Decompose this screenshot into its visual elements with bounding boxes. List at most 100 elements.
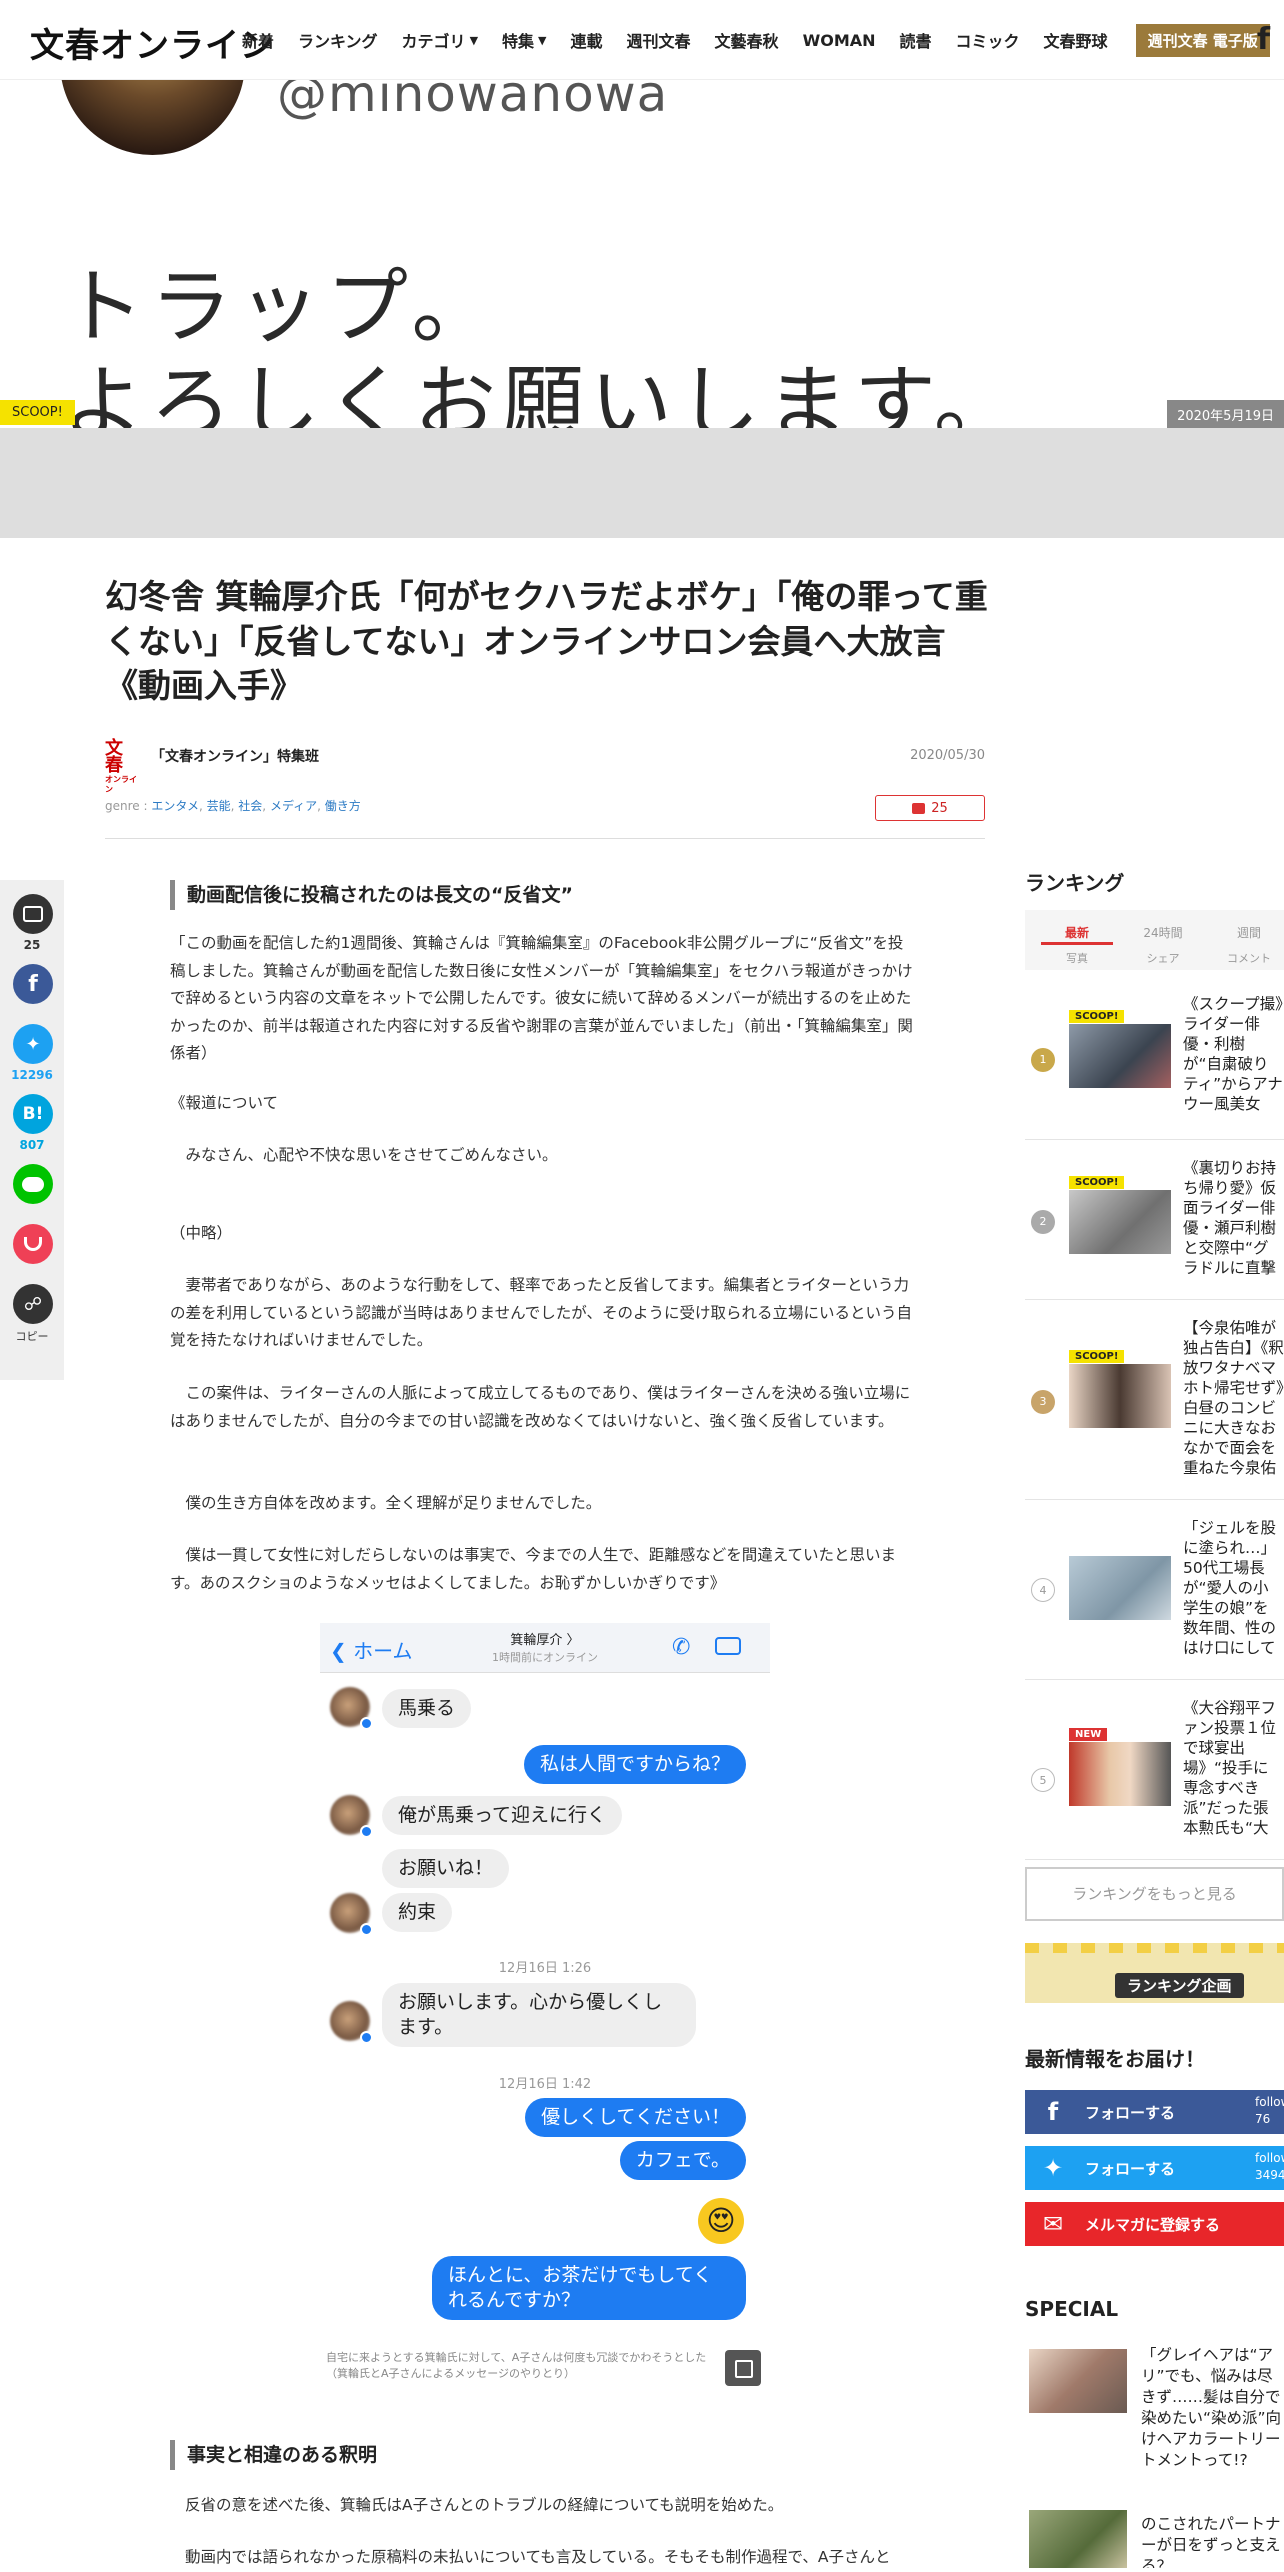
copy-label: コピー: [15, 1330, 49, 1343]
author-name[interactable]: 「文春オンライン」特集班: [151, 746, 319, 766]
nav-woman[interactable]: WOMAN: [803, 31, 876, 50]
special-item[interactable]: のこされたパートナーが日をずっと支える？: [1025, 2510, 1284, 2570]
ranking-thumbnail: [1069, 1742, 1171, 1806]
hatena-share-button[interactable]: B!: [13, 1094, 53, 1134]
ranking-title: 《大谷翔平ファン投票１位で球宴出場》“投手に専念すべき派”だった張本勲氏も“大あ…: [1183, 1699, 1277, 1837]
ranking-title: 《スクープ撮》ライダー俳優・利樹が“自粛破りティ”からアナウー風美女を“お持ち帰…: [1183, 995, 1283, 1113]
site-header: 文春オンライン 新着 ランキング カテゴリ ▼ 特集 ▼ 連載 週刊文春 文藝春秋 …: [0, 0, 1284, 80]
tab-photo[interactable]: 写真: [1034, 950, 1120, 966]
nav-shukan-bunshun[interactable]: 週刊文春: [627, 28, 691, 52]
message-out: ほんとに、お茶だけでもしてくれるんですか？: [432, 2256, 746, 2320]
facebook-icon[interactable]: f: [1257, 22, 1270, 57]
tab-comment[interactable]: コメント: [1206, 950, 1284, 966]
ranking-item[interactable]: 2 SCOOP! 《裏切りお持ち帰り愛》仮面ライダー俳優・瀬戸利樹と交際中“グラ…: [1025, 1140, 1284, 1300]
nav-comic[interactable]: コミック: [956, 28, 1020, 52]
line-share-button[interactable]: [13, 1164, 53, 1204]
comment-icon: [23, 906, 43, 922]
nav-baseball[interactable]: 文春野球: [1044, 28, 1108, 52]
nav-category[interactable]: カテゴリ ▼: [402, 28, 478, 52]
rank-number: 2: [1031, 1210, 1055, 1234]
messenger-badge-icon: [360, 1923, 373, 1936]
special-title: 「グレイヘアは“アリ”でも、悩みは尽きず……髪は自分で染めたい“染め派”向けヘア…: [1141, 2346, 1282, 2469]
hero-line-2: よろしくお願いします。: [62, 357, 1022, 428]
ranking-thumbnail: [1069, 1364, 1171, 1428]
twitter-share-button[interactable]: ✦: [13, 1024, 53, 1064]
twitter-follow-button[interactable]: ✦ フォローする follow3494: [1025, 2146, 1284, 2190]
paragraph: 僕は一貫して女性に対しだらしないのは事実で、今までの人生で、距離感などを間違えて…: [170, 1546, 897, 1592]
ebook-button[interactable]: 週刊文春 電子版: [1135, 23, 1270, 57]
nav-series[interactable]: 連載: [571, 28, 603, 52]
line-icon: [22, 1176, 44, 1192]
facebook-icon: f: [1047, 2098, 1059, 2126]
message-in: 俺が馬乗って迎えに行く: [382, 1796, 623, 1835]
rank-number: 5: [1031, 1768, 1055, 1792]
banner-label: ランキング企画: [1115, 1973, 1244, 1998]
messenger-badge-icon: [360, 1825, 373, 1838]
special-heading: SPECIAL: [1025, 2297, 1119, 2321]
chevron-down-icon: ▼: [538, 33, 547, 47]
rank-number: 1: [1031, 1048, 1055, 1072]
pocket-share-button[interactable]: [13, 1224, 53, 1264]
nav-feature[interactable]: 特集 ▼: [502, 28, 546, 52]
expand-image-icon[interactable]: [725, 2350, 761, 2386]
tab-latest[interactable]: 最新: [1034, 924, 1120, 941]
newsletter-button[interactable]: ✉ メルマガに登録する: [1025, 2202, 1284, 2246]
tab-weekly[interactable]: 週間: [1206, 924, 1284, 941]
genre-tag[interactable]: 社会: [238, 799, 262, 813]
twitter-follow-count: follow3494: [1255, 2151, 1284, 2182]
ranking-item[interactable]: 4 「ジェルを股に塗られ…」50代工場長が“愛人の小学生の娘”を数年間、性のはけ…: [1025, 1500, 1284, 1680]
facebook-icon: f: [28, 971, 38, 997]
publish-date: 2020/05/30: [910, 748, 985, 763]
comment-icon: [912, 802, 926, 814]
twitter-icon: ✦: [25, 1033, 41, 1055]
message-in: 馬乗る: [382, 1689, 472, 1728]
tab-share[interactable]: シェア: [1120, 950, 1206, 966]
special-thumbnail: [1029, 2349, 1127, 2413]
hatena-icon: B!: [22, 1104, 44, 1124]
genre-tag[interactable]: エンタメ: [151, 799, 199, 813]
twitter-count: 12296: [11, 1068, 53, 1082]
genre-tag[interactable]: 芸能: [207, 799, 231, 813]
genre-tag[interactable]: 働き方: [325, 799, 361, 813]
nav-new[interactable]: 新着: [242, 28, 274, 52]
mail-icon: ✉: [1042, 2210, 1064, 2238]
genre-tag[interactable]: メディア: [270, 799, 317, 813]
message-out: カフェで。: [619, 2141, 746, 2180]
message-in: お願いね！: [382, 1849, 510, 1888]
comment-share-button[interactable]: [13, 894, 53, 934]
comment-button[interactable]: 25: [875, 795, 985, 821]
nav-bungei-shunju[interactable]: 文藝春秋: [715, 28, 779, 52]
nav-books[interactable]: 読書: [900, 28, 932, 52]
paragraph: 反省の意を述べた後、箕輪氏はA子さんとのトラブルの経緯についても説明を始めた。: [185, 2496, 784, 2514]
paragraph: （中略）: [170, 1224, 233, 1242]
site-logo[interactable]: 文春オンライン: [30, 18, 275, 67]
ranking-banner[interactable]: ランキング企画: [1025, 1943, 1284, 2003]
ranking-heading: ランキング: [1025, 871, 1125, 895]
pocket-icon: [24, 1237, 42, 1251]
paragraph: 僕の生き方自体を改めます。全く理解が足りませんでした。: [170, 1494, 602, 1512]
tab-24h[interactable]: 24時間: [1120, 924, 1206, 941]
chat-header: ❮ ホーム 箕輪厚介 〉 1時間前にオンライン ✆: [320, 1623, 770, 1673]
nav-ranking[interactable]: ランキング: [298, 28, 378, 52]
message-out: 私は人間ですからね？: [523, 1745, 746, 1784]
chat-screenshot[interactable]: ❮ ホーム 箕輪厚介 〉 1時間前にオンライン ✆ 馬乗る 私は人間ですからね？…: [320, 1623, 770, 2323]
special-item[interactable]: 「グレイヘアは“アリ”でも、悩みは尽きず……髪は自分で染めたい“染め派”向けヘア…: [1025, 2345, 1284, 2469]
chat-timestamp: 12月16日 1:26: [498, 1961, 592, 1976]
emoji-heart-eyes: 😍: [698, 2198, 744, 2244]
facebook-follow-button[interactable]: f フォローする follow76: [1025, 2090, 1284, 2134]
ranking-item[interactable]: 1 SCOOP! 《スクープ撮》ライダー俳優・利樹が“自粛破りティ”からアナウー…: [1025, 980, 1284, 1140]
author-row: 文春 オンライン 「文春オンライン」特集班 2020/05/30: [105, 740, 985, 795]
copy-link-button[interactable]: ☍: [13, 1284, 53, 1324]
main-nav: 新着 ランキング カテゴリ ▼ 特集 ▼ 連載 週刊文春 文藝春秋 WOMAN 読書…: [242, 0, 1270, 80]
paragraph: 「この動画を配信した約1週間後、箕輪さんは『箕輪編集室』のFacebook非公開…: [170, 934, 913, 1062]
ranking-item[interactable]: 3 SCOOP! 【今泉佑唯が独占告白】《釈放ワタナベマホト帰宅せず》白昼のコン…: [1025, 1300, 1284, 1500]
link-icon: ☍: [23, 1293, 43, 1315]
facebook-share-button[interactable]: f: [13, 964, 53, 1004]
hero-line-1: トラップ。: [62, 260, 500, 355]
messenger-badge-icon: [360, 1717, 373, 1730]
more-ranking-button[interactable]: ランキングをもっと見る: [1025, 1867, 1284, 1921]
ranking-item[interactable]: 5 NEW 《大谷翔平ファン投票１位で球宴出場》“投手に専念すべき派”だった張本…: [1025, 1680, 1284, 1860]
video-icon: [715, 1637, 741, 1655]
chevron-down-icon: ▼: [469, 33, 479, 47]
chat-contact-name: 箕輪厚介 〉: [510, 1633, 580, 1648]
